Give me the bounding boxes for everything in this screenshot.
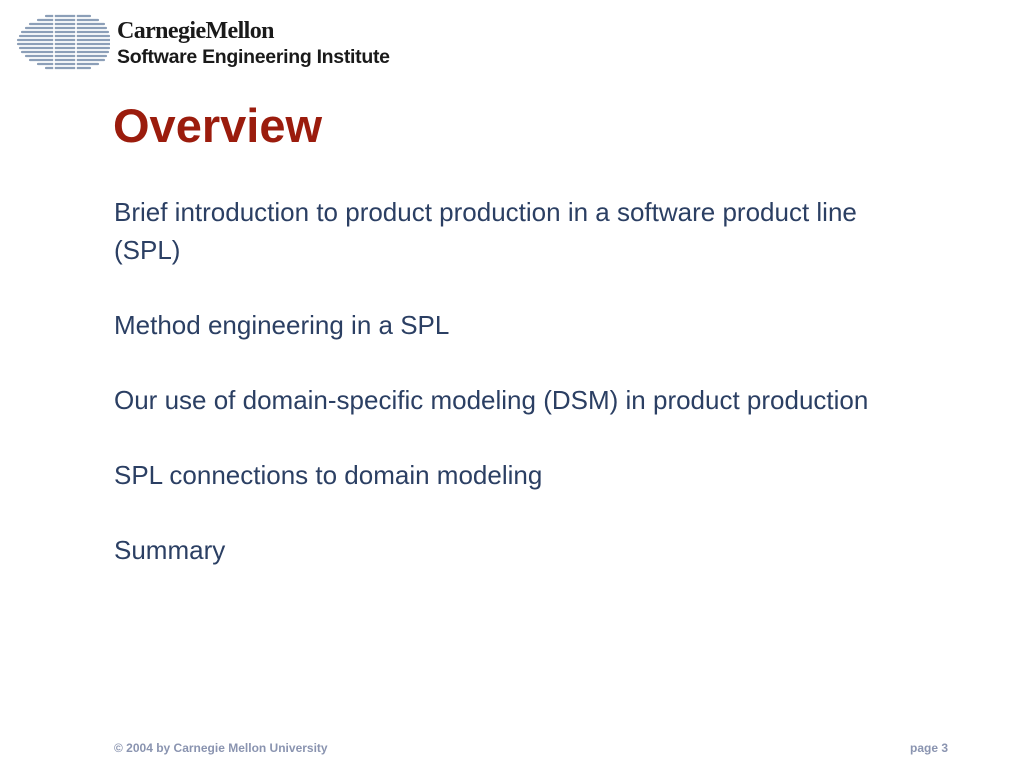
bullet-item-summary: Summary [114,535,226,565]
bullet-item-dsm: Our use of domain-specific modeling (DSM… [114,385,869,415]
sei-striped-globe-icon [16,14,110,70]
org-unit: Software Engineering Institute [117,46,390,68]
page-title: Overview [113,99,323,152]
bullet-item-method-engineering: Method engineering in a SPL [114,310,450,340]
bullet-list: Brief introduction to product production… [114,193,904,569]
bullet-item-domain-modeling: SPL connections to domain modeling [114,460,543,490]
footer-page-number: page 3 [909,741,948,755]
footer-copyright: © 2004 by Carnegie Mellon University [114,741,328,755]
bullet-item-spl-intro: Brief introduction to product production… [114,197,857,265]
org-name: CarnegieMellon [117,18,275,44]
slide: CarnegieMellon Software Engineering Inst… [0,0,1024,768]
